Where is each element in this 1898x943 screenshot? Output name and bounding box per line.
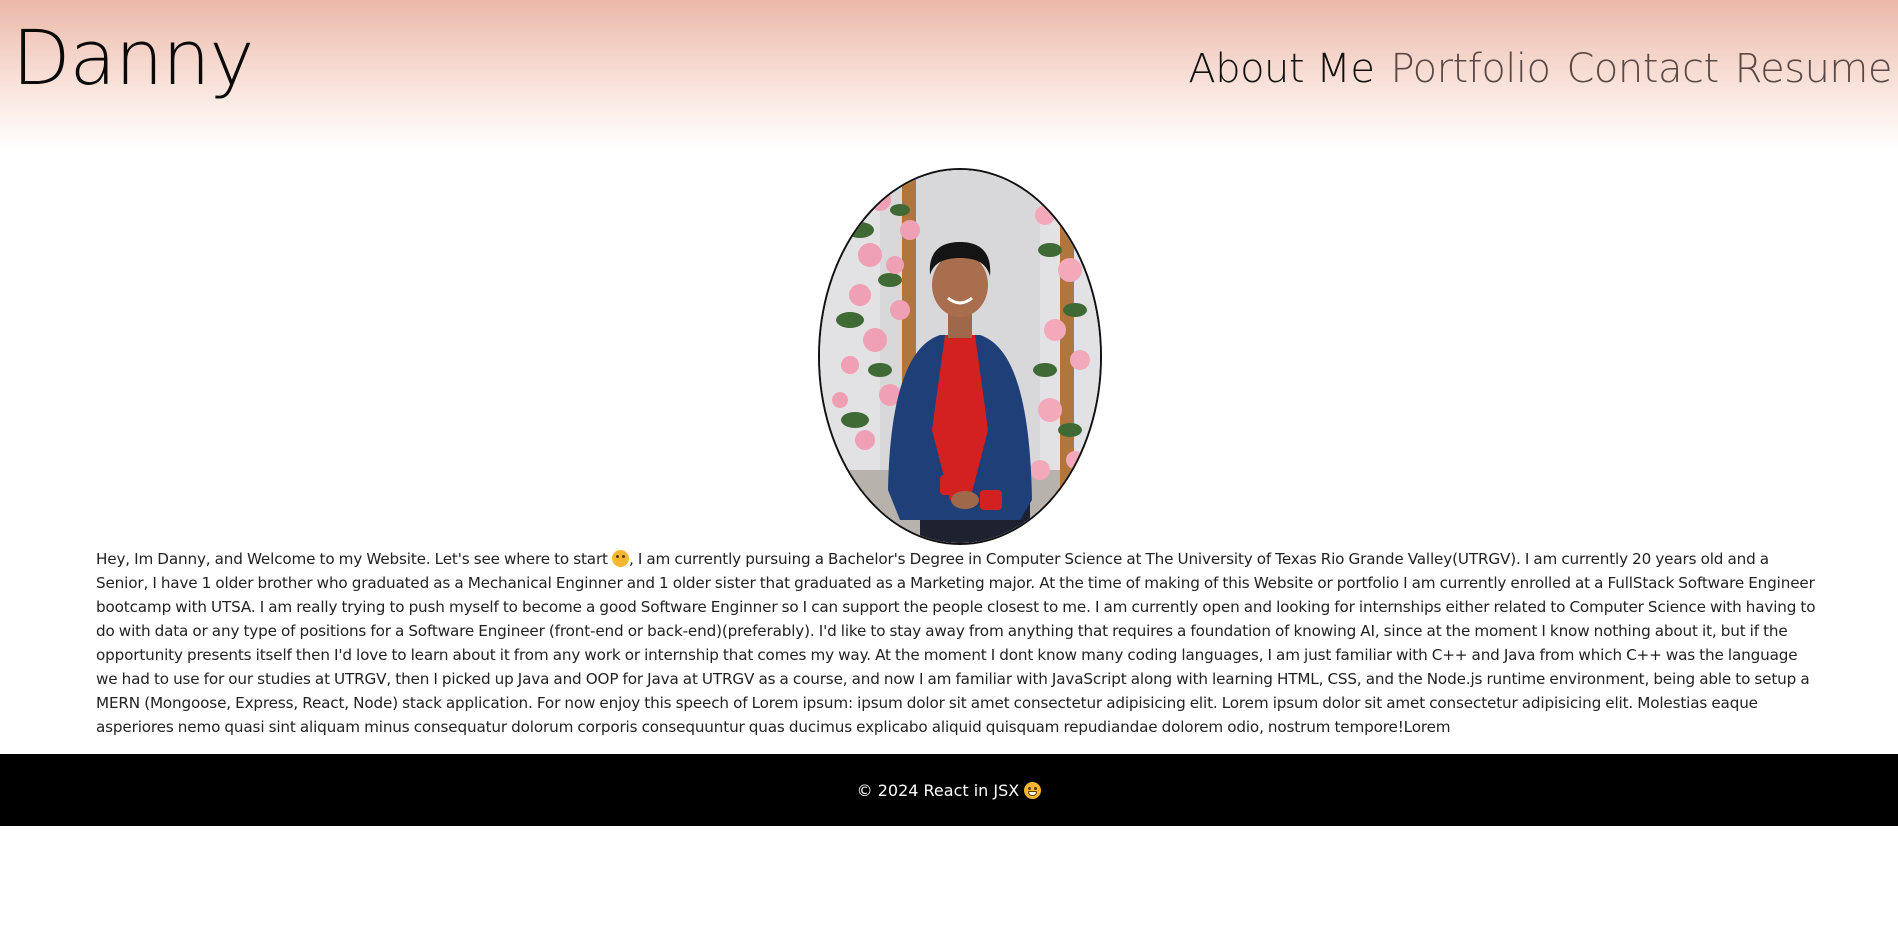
- thinking-face-icon: [612, 550, 630, 567]
- site-footer: © 2024 React in JSX: [0, 754, 1898, 826]
- nav-contact[interactable]: Contact: [1567, 44, 1720, 94]
- footer-text: © 2024 React in JSX: [856, 780, 1020, 800]
- nav-about-me[interactable]: About Me: [1188, 44, 1375, 94]
- nav-resume[interactable]: Resume: [1735, 44, 1893, 94]
- bio-text-start: Hey, Im Danny, and Welcome to my Website…: [96, 550, 613, 568]
- bio-text-rest: , I am currently pursuing a Bachelor's D…: [96, 550, 1816, 736]
- main-nav: About Me Portfolio Contact Resume: [1188, 44, 1892, 94]
- profile-photo: [818, 168, 1102, 545]
- bio-paragraph: Hey, Im Danny, and Welcome to my Website…: [96, 547, 1818, 739]
- grinning-face-icon: [1024, 781, 1042, 799]
- brand-name[interactable]: Danny: [12, 8, 254, 108]
- site-header: Danny About Me Portfolio Contact Resume: [0, 0, 1898, 150]
- nav-portfolio[interactable]: Portfolio: [1390, 44, 1551, 94]
